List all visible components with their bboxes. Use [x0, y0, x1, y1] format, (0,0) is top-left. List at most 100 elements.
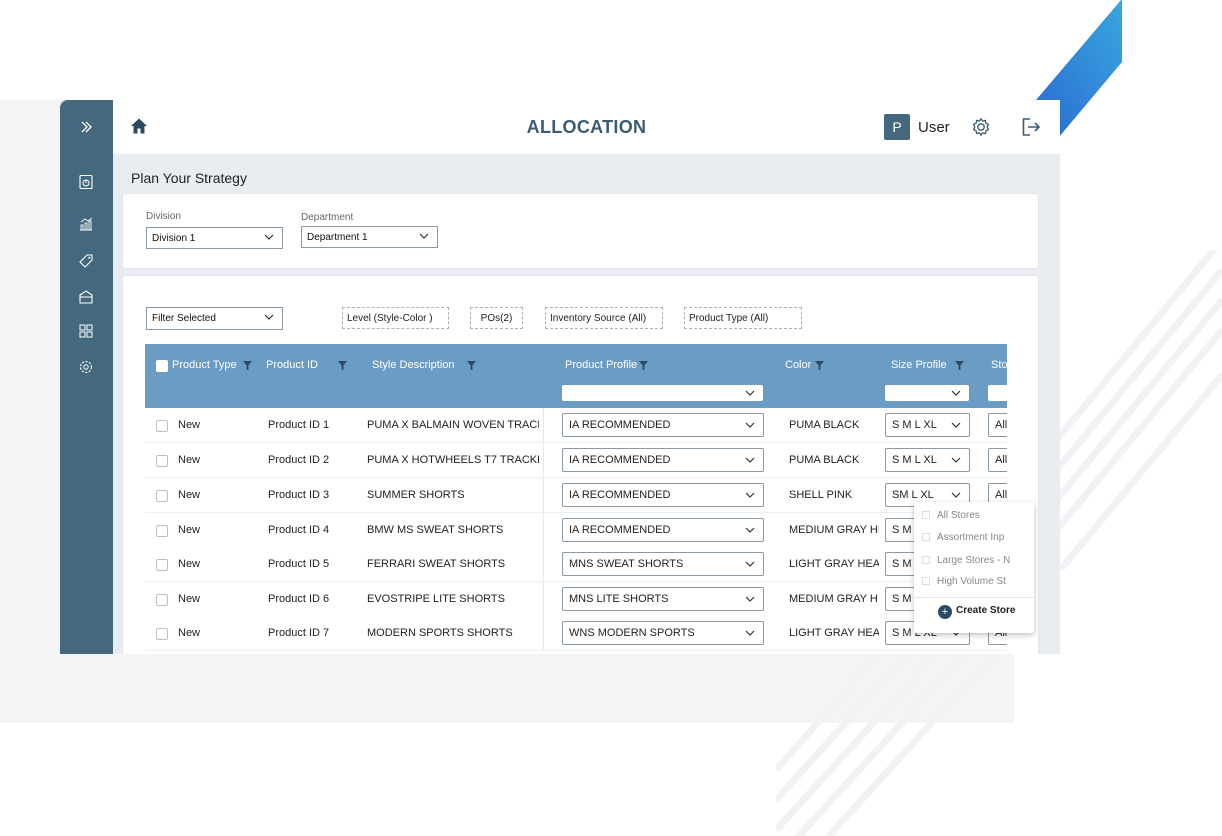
- table-row[interactable]: New Product ID 3 SUMMER SHORTS IA RECOMMEND…: [145, 478, 1007, 513]
- table-row[interactable]: New Product ID 5 FERRARI SWEAT SHORTS MNS S…: [145, 547, 1007, 582]
- chevron-down-icon: [951, 422, 961, 428]
- section-title: Plan Your Strategy: [131, 170, 247, 186]
- style-description-cell: FERRARI SWEAT SHORTS: [367, 558, 506, 570]
- style-description-cell: PUMA X HOTWHEELS T7 TRACKPAN.: [367, 454, 539, 466]
- table-row[interactable]: New Product ID 1 PUMA X BALMAIN WOVEN TRAC…: [145, 408, 1007, 443]
- product-id-cell: Product ID 2: [268, 454, 330, 466]
- product-profile-select[interactable]: IA RECOMMENDED: [562, 483, 764, 507]
- product-profile-header-select[interactable]: [562, 385, 763, 401]
- row-checkbox[interactable]: [156, 525, 168, 537]
- report-icon[interactable]: [76, 172, 96, 192]
- row-checkbox[interactable]: [156, 628, 168, 640]
- style-description-cell: SUMMER SHORTS: [367, 489, 465, 501]
- analytics-icon[interactable]: [76, 214, 96, 234]
- row-checkbox[interactable]: [156, 455, 168, 467]
- column-header[interactable]: Product ID: [266, 359, 347, 371]
- avatar[interactable]: P: [884, 114, 910, 140]
- settings-sidebar-icon[interactable]: [76, 357, 96, 377]
- row-checkbox[interactable]: [156, 490, 168, 502]
- filter-icon[interactable]: [242, 360, 252, 370]
- chevron-down-icon: [745, 527, 755, 533]
- column-header[interactable]: Size Profile: [891, 359, 964, 371]
- size-profile-select[interactable]: S M L XL: [885, 413, 970, 437]
- style-description-cell: MODERN SPORTS SHORTS: [367, 627, 513, 639]
- product-type-cell: New: [178, 489, 201, 501]
- column-header[interactable]: Product Profile: [565, 359, 649, 371]
- color-cell: PUMA BLACK: [789, 454, 860, 466]
- store-header-select[interactable]: [988, 385, 1007, 401]
- dropdown-option[interactable]: High Volume St: [922, 576, 1006, 587]
- column-header[interactable]: Color: [785, 359, 825, 371]
- filter-icon[interactable]: [639, 360, 649, 370]
- table-row[interactable]: New Product ID 7 MODERN SPORTS SHORTS WNS M…: [145, 616, 1007, 651]
- logout-icon[interactable]: [1020, 116, 1042, 138]
- filter-icon[interactable]: [954, 360, 964, 370]
- product-profile-select[interactable]: MNS LITE SHORTS: [562, 587, 764, 611]
- color-cell: MEDIUM GRAY H ...: [789, 593, 879, 605]
- table-row[interactable]: New Product ID 2 PUMA X HOTWHEELS T7 TRACK…: [145, 443, 1007, 478]
- chevron-down-icon: [745, 422, 755, 428]
- product-profile-select[interactable]: WNS MODERN SPORTS: [562, 621, 764, 645]
- chip-level[interactable]: Level (Style-Color ): [342, 307, 449, 329]
- product-profile-select[interactable]: MNS SWEAT SHORTS: [562, 552, 764, 576]
- column-divider: [543, 408, 544, 442]
- product-id-cell: Product ID 5: [268, 558, 330, 570]
- color-cell: LIGHT GRAY HEA...: [789, 558, 879, 570]
- chevron-down-icon: [951, 457, 961, 463]
- create-store-button[interactable]: Create Store: [956, 605, 1015, 616]
- chip-pos[interactable]: POs(2): [470, 307, 523, 329]
- plus-icon[interactable]: +: [938, 605, 952, 619]
- filter-selected-value: Filter Selected: [152, 313, 216, 324]
- product-table: Product Type Product ID Style Descriptio…: [145, 344, 1007, 654]
- column-divider: [543, 616, 544, 650]
- chip-product-type[interactable]: Product Type (All): [684, 307, 802, 329]
- user-label[interactable]: User: [918, 119, 950, 136]
- store-select[interactable]: All: [988, 448, 1007, 472]
- department-select[interactable]: Department 1: [301, 226, 438, 248]
- chip-inventory-source[interactable]: Inventory Source (All): [545, 307, 663, 329]
- gear-icon[interactable]: [970, 116, 992, 138]
- column-divider: [543, 547, 544, 581]
- inventory-icon[interactable]: [76, 287, 96, 307]
- product-profile-select[interactable]: IA RECOMMENDED: [562, 413, 764, 437]
- select-all-checkbox[interactable]: [156, 360, 168, 372]
- chevron-down-icon: [951, 390, 961, 396]
- product-profile-select[interactable]: IA RECOMMENDED: [562, 518, 764, 542]
- chevron-down-icon: [745, 390, 755, 396]
- product-type-cell: New: [178, 627, 201, 639]
- filter-icon[interactable]: [466, 360, 476, 370]
- product-type-cell: New: [178, 593, 201, 605]
- product-id-cell: Product ID 6: [268, 593, 330, 605]
- product-profile-select[interactable]: IA RECOMMENDED: [562, 448, 764, 472]
- size-profile-header-select[interactable]: [885, 385, 969, 401]
- size-profile-select[interactable]: S M L XL: [885, 448, 970, 472]
- table-row[interactable]: New Product ID 4 BMW MS SWEAT SHORTS IA REC…: [145, 513, 1007, 548]
- dropdown-option[interactable]: Large Stores - N: [922, 555, 1010, 566]
- column-header[interactable]: Style Description: [372, 359, 476, 371]
- filter-selected-select[interactable]: Filter Selected: [146, 307, 283, 330]
- column-header[interactable]: Product Type: [172, 359, 252, 371]
- top-header: ALLOCATION P User: [113, 100, 1060, 154]
- dropdown-option[interactable]: Assortment Inp: [922, 532, 1004, 543]
- color-cell: LIGHT GRAY HEAT...: [789, 627, 879, 639]
- product-type-cell: New: [178, 454, 201, 466]
- row-checkbox[interactable]: [156, 594, 168, 606]
- expand-sidebar-icon[interactable]: [76, 117, 96, 137]
- tag-icon[interactable]: [76, 251, 96, 271]
- filter-icon[interactable]: [337, 360, 347, 370]
- dashboard-icon[interactable]: [76, 321, 96, 341]
- division-select[interactable]: Division 1: [146, 227, 283, 249]
- dropdown-divider: [914, 597, 1034, 598]
- column-header[interactable]: Sto: [991, 359, 1007, 371]
- row-checkbox[interactable]: [156, 420, 168, 432]
- dropdown-option[interactable]: All Stores: [922, 510, 980, 521]
- product-id-cell: Product ID 1: [268, 419, 330, 431]
- row-checkbox[interactable]: [156, 559, 168, 571]
- store-select[interactable]: All: [988, 413, 1007, 437]
- department-label: Department: [301, 212, 354, 223]
- chevron-down-icon: [745, 492, 755, 498]
- table-row[interactable]: New Product ID 6 EVOSTRIPE LITE SHORTS MNS …: [145, 582, 1007, 617]
- filter-icon[interactable]: [815, 360, 825, 370]
- color-cell: PUMA BLACK: [789, 419, 860, 431]
- chevron-down-icon: [745, 630, 755, 636]
